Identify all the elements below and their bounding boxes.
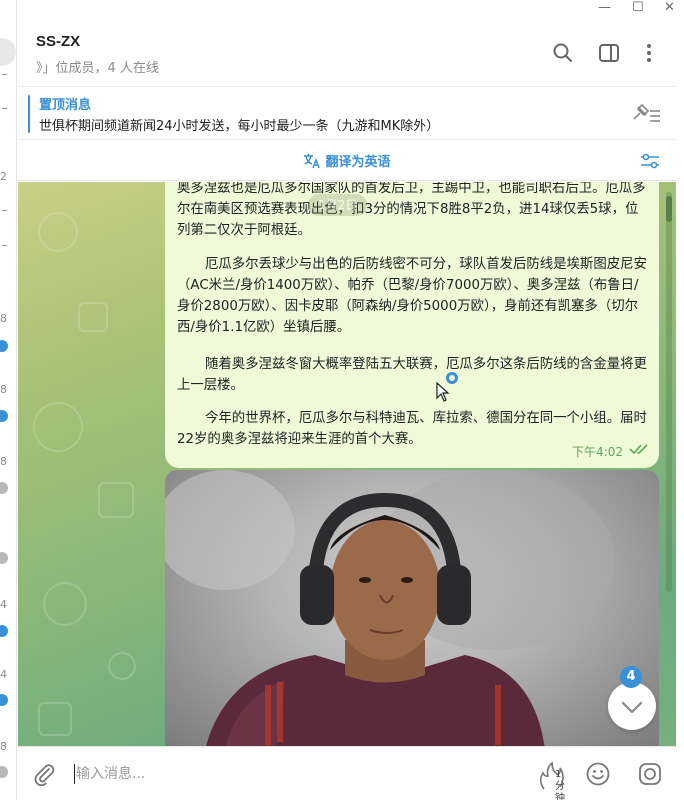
background-doodle: [43, 582, 87, 626]
message-paragraph: 奥多涅兹也是厄瓜多尔国家队的首发后卫，主踢中卫，也能司职右后卫。厄瓜多尔在南美区…: [177, 182, 646, 238]
list-item-count: 8: [0, 312, 7, 325]
background-doodle: [78, 302, 108, 332]
date-pill[interactable]: 1月2日: [308, 194, 368, 216]
divider: [2, 210, 7, 211]
slow-mode-label: 1分钟: [555, 769, 565, 800]
message-time: 下午4:02: [572, 445, 623, 459]
translate-button[interactable]: 翻译为英语: [18, 151, 676, 170]
background-doodle: [33, 402, 83, 452]
message-composer: 1分钟: [18, 746, 676, 800]
close-button[interactable]: ✕: [664, 0, 675, 15]
text-caret: [74, 764, 75, 784]
translate-bar[interactable]: 翻译为英语: [18, 141, 676, 181]
background-doodle: [98, 482, 134, 518]
unread-dot: [0, 552, 8, 564]
background-doodle: [38, 702, 72, 736]
divider: [2, 245, 7, 246]
window-controls: — ☐ ✕: [574, 0, 684, 18]
translate-label: 翻译为英语: [325, 155, 391, 170]
read-check-icon: [629, 440, 649, 459]
list-item-count: 2: [0, 170, 7, 183]
chat-title: SS-ZX: [36, 33, 81, 50]
list-item-count: 8: [0, 455, 7, 468]
translate-icon: [303, 152, 321, 170]
scrollbar-thumb[interactable]: [666, 196, 672, 222]
pinned-message[interactable]: 置顶消息 世俱杯期间频道新闻24小时发送，每小时最少一条（九游和MK除外）: [18, 86, 676, 140]
mouse-cursor-icon: [436, 381, 450, 406]
list-item-count: 8: [0, 740, 7, 753]
chevron-down-icon: [621, 701, 643, 714]
pin-indicator: [28, 95, 30, 133]
unread-dot: [0, 625, 8, 637]
divider: [2, 108, 7, 109]
message-paragraph: 厄瓜多尔丢球少与出色的后防线密不可分，球队首发后防线是埃斯图皮尼安（AC米兰/身…: [177, 257, 647, 335]
unread-dot: [0, 694, 8, 706]
background-doodle: [108, 652, 136, 680]
list-item-count: 4: [0, 668, 7, 681]
minimize-button[interactable]: —: [598, 0, 611, 15]
pin-list-icon[interactable]: [630, 103, 662, 129]
chat-subtitle: 》」位成员，4 人在线: [36, 61, 159, 76]
sidebar-toggle-icon[interactable]: [598, 42, 620, 64]
message-photo[interactable]: [165, 470, 659, 746]
unread-dot: [0, 340, 8, 352]
more-vertical-icon[interactable]: [638, 42, 660, 64]
message-paragraph: 随着奥多涅兹冬窗大概率登陆五大联赛，厄瓜多尔这条后防线的含金量将更上一层楼。: [177, 357, 647, 393]
unread-dot: [0, 766, 8, 778]
list-item-count: 8: [0, 383, 7, 396]
divider: [2, 74, 7, 75]
message-input[interactable]: [76, 760, 516, 788]
avatar[interactable]: [0, 38, 16, 66]
search-icon[interactable]: [552, 42, 574, 64]
message-bubble[interactable]: 奥多涅兹也是厄瓜多尔国家队的首发后卫，主踢中卫，也能司职右后卫。厄瓜多尔在南美区…: [165, 182, 659, 468]
unread-dot: [0, 410, 8, 422]
pinned-text: 世俱杯期间频道新闻24小时发送，每小时最少一条（九游和MK除外）: [39, 119, 440, 134]
emoji-icon[interactable]: [585, 761, 611, 791]
sliders-icon[interactable]: [640, 152, 660, 174]
camera-icon[interactable]: [637, 761, 663, 791]
chat-header[interactable]: SS-ZX 》」位成员，4 人在线: [18, 18, 676, 85]
unread-dot: [0, 482, 8, 494]
chat-area[interactable]: 奥多涅兹也是厄瓜多尔国家队的首发后卫，主踢中卫，也能司职右后卫。厄瓜多尔在南美区…: [18, 182, 676, 746]
maximize-button[interactable]: ☐: [632, 0, 644, 15]
scrollbar[interactable]: [666, 192, 672, 592]
background-doodle: [38, 212, 78, 252]
pinned-title: 置顶消息: [39, 98, 92, 113]
scroll-down-button[interactable]: [608, 682, 656, 730]
unread-count-badge: 4: [620, 666, 642, 688]
player-photo-art: [165, 470, 615, 746]
chat-list-strip: 2 8 8 8 4 4 8: [0, 0, 17, 800]
paperclip-icon[interactable]: [32, 762, 56, 790]
list-item-count: 4: [0, 598, 7, 611]
